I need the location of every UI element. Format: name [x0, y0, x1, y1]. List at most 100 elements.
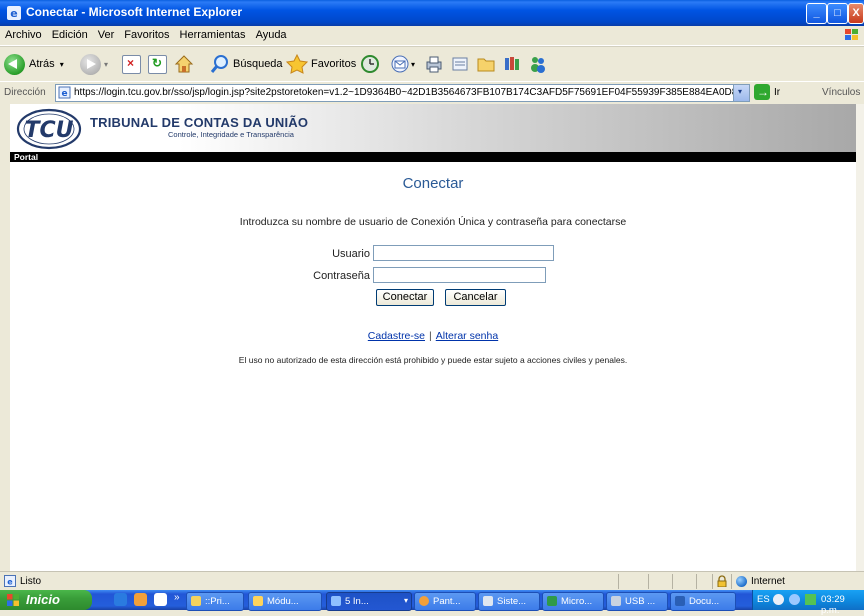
username-input[interactable] [373, 245, 554, 261]
password-label: Contraseña [313, 270, 370, 282]
window-left-frame [0, 104, 10, 571]
address-input[interactable]: e https://login.tcu.gov.br/sso/jsp/login… [55, 84, 750, 102]
mail-button[interactable]: ▾ [390, 52, 415, 76]
status-text: Listo [20, 576, 42, 587]
mail-dropdown-icon[interactable]: ▾ [411, 60, 415, 69]
page-viewport: TCU TRIBUNAL DE CONTAS DA UNIÃO Controle… [10, 104, 856, 571]
print-icon [426, 56, 442, 73]
system-tray: ES 03:29 p.m. [752, 590, 864, 616]
history-button[interactable] [360, 52, 380, 76]
tray-collapse-icon[interactable] [773, 594, 784, 605]
menu-herramientas[interactable]: Herramientas [175, 26, 251, 41]
favorites-label: Favoritos [311, 58, 357, 70]
language-indicator[interactable]: ES [757, 594, 770, 605]
windows-flag-icon [7, 594, 19, 606]
menu-favoritos[interactable]: Favoritos [119, 26, 174, 41]
menu-ver[interactable]: Ver [93, 26, 120, 41]
refresh-button[interactable]: ↻ [148, 52, 167, 76]
favorites-button[interactable]: Favoritos [286, 52, 356, 76]
window-icon [675, 596, 685, 606]
close-button[interactable]: X [848, 3, 864, 24]
minimize-button[interactable]: _ [806, 3, 827, 24]
organization-name: TRIBUNAL DE CONTAS DA UNIÃO [90, 115, 309, 130]
taskbar-item[interactable]: Docu... [670, 592, 736, 611]
quicklaunch-email-icon[interactable] [154, 593, 167, 606]
internet-zone-icon [736, 576, 747, 587]
maximize-button[interactable]: □ [827, 3, 848, 24]
stop-button[interactable]: × [122, 52, 141, 76]
search-label: Búsqueda [233, 58, 283, 70]
print-button[interactable] [424, 52, 444, 76]
edit-page-icon [452, 57, 468, 71]
forward-dropdown-icon[interactable]: ▾ [104, 60, 108, 69]
home-icon [174, 55, 194, 73]
clock[interactable]: 03:29 p.m. [821, 594, 864, 616]
taskbar-item[interactable]: USB ... [606, 592, 668, 611]
legal-notice: El uso no autorizado de esta dirección e… [238, 355, 628, 365]
change-password-link[interactable]: Alterar senha [436, 330, 498, 342]
window-icon [419, 596, 429, 606]
taskbar-item[interactable]: Micro... [542, 592, 604, 611]
connect-button[interactable]: Conectar [376, 289, 434, 306]
standard-toolbar: Atrás ▾ ▾ × ↻ Búsqueda Favoritos ▾ [0, 46, 864, 81]
address-label: Dirección [4, 87, 46, 98]
quicklaunch-ie-icon[interactable] [114, 593, 127, 606]
address-dropdown-icon[interactable]: ▾ [733, 85, 749, 101]
signal-icon[interactable] [805, 594, 816, 605]
taskbar: Inicio » ::Pri... Módu... 5 In... ▾ Pant.… [0, 590, 864, 616]
links-button[interactable]: Vínculos [822, 87, 860, 98]
status-divider [648, 574, 649, 589]
window-title-bar: e Conectar - Microsoft Internet Explorer… [0, 0, 864, 26]
stop-icon: × [122, 54, 141, 74]
menu-bar: Archivo Edición Ver Favoritos Herramientas Ay… [0, 26, 864, 46]
home-button[interactable] [174, 52, 194, 76]
search-button[interactable]: Búsqueda [210, 52, 283, 76]
go-button[interactable]: Ir [774, 87, 780, 98]
cancel-button[interactable]: Cancelar [445, 289, 506, 306]
go-arrow-icon[interactable]: → [754, 84, 770, 100]
window-icon [547, 596, 557, 606]
password-input[interactable] [373, 267, 546, 283]
taskbar-item[interactable]: ::Pri... [186, 592, 244, 611]
status-divider [696, 574, 697, 589]
status-bar: e Listo Internet [0, 571, 864, 591]
start-label: Inicio [26, 592, 60, 607]
register-link[interactable]: Cadastre-se [368, 330, 425, 342]
vertical-scrollbar[interactable] [856, 104, 864, 571]
menu-edicion[interactable]: Edición [47, 26, 93, 41]
back-dropdown-icon[interactable]: ▾ [60, 60, 64, 69]
taskbar-item[interactable]: Siste... [478, 592, 540, 611]
back-arrow-icon [4, 53, 25, 75]
edit-button[interactable] [450, 52, 470, 76]
forward-arrow-icon [80, 53, 101, 75]
folder-button[interactable] [476, 52, 496, 76]
quicklaunch-outlook-icon[interactable] [134, 593, 147, 606]
status-divider [712, 574, 713, 589]
menu-ayuda[interactable]: Ayuda [251, 26, 292, 41]
status-divider [672, 574, 673, 589]
messenger-button[interactable] [528, 52, 548, 76]
portal-bar: Portal [10, 152, 856, 162]
back-button[interactable]: Atrás ▾ [4, 52, 64, 76]
taskbar-item-active[interactable]: 5 In... ▾ [326, 592, 412, 611]
messenger-icon [531, 57, 545, 73]
research-button[interactable] [502, 52, 522, 76]
organization-tagline: Controle, Integridade e Transparência [168, 130, 294, 139]
group-dropdown-icon: ▾ [403, 596, 408, 605]
internet-explorer-icon: e [7, 6, 21, 20]
window-icon [483, 596, 493, 606]
window-title: Conectar - Microsoft Internet Explorer [26, 5, 243, 19]
taskbar-item[interactable]: Pant... [414, 592, 476, 611]
taskbar-item[interactable]: Módu... [248, 592, 322, 611]
svg-text:e: e [61, 89, 67, 99]
page-title: Conectar [402, 175, 464, 192]
svg-text:TCU: TCU [24, 118, 73, 143]
menu-archivo[interactable]: Archivo [0, 26, 47, 41]
address-bar: Dirección e https://login.tcu.gov.br/sso… [0, 81, 864, 105]
network-icon[interactable] [789, 594, 800, 605]
page-done-icon: e [4, 575, 16, 587]
favorites-star-icon [286, 54, 308, 74]
start-button[interactable]: Inicio [0, 590, 92, 610]
forward-button[interactable]: ▾ [80, 52, 108, 76]
quicklaunch-chevron-icon[interactable]: » [174, 592, 180, 603]
